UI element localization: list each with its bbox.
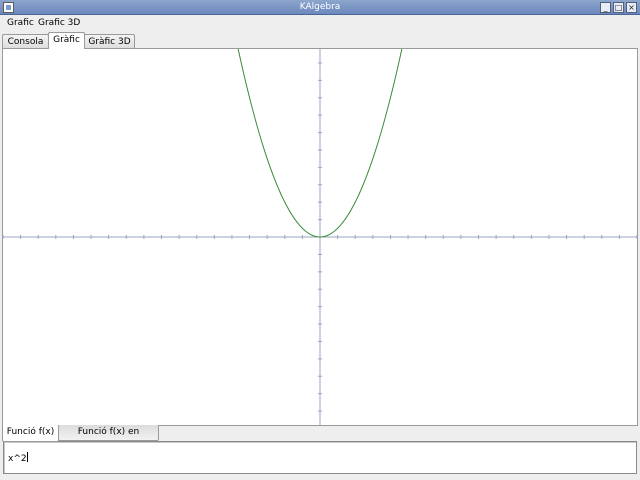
tab-grafic-3d[interactable]: Gràfic 3D [84, 34, 135, 49]
menu-grafic[interactable]: Grafic [5, 15, 36, 32]
minimize-button[interactable]: _ [600, 2, 611, 13]
function-tab-bar: Funció f(x) Funció f(x) en MathML [0, 425, 640, 452]
menu-bar: Grafic Grafic 3D [0, 15, 640, 32]
function-input[interactable]: x^2 [3, 441, 637, 474]
window-controls: _ □ × [600, 2, 637, 13]
tab-grafic[interactable]: Gràfic [48, 32, 85, 49]
main-tab-bar: Consola Gràfic Gràfic 3D [0, 32, 640, 49]
menu-grafic-3d[interactable]: Grafic 3D [36, 15, 82, 32]
close-button[interactable]: × [626, 2, 637, 13]
graph-panel[interactable] [2, 48, 638, 426]
function-input-text[interactable]: x^2 [8, 452, 28, 464]
function-input-value: x^2 [8, 454, 27, 464]
text-caret [26, 452, 28, 462]
function-plot[interactable] [3, 49, 637, 425]
title-bar[interactable]: KAlgebra _ □ × [0, 0, 640, 15]
maximize-button[interactable]: □ [613, 2, 624, 13]
tab-consola[interactable]: Consola [2, 34, 49, 49]
tab-funcio-fx[interactable]: Funció f(x) [2, 425, 59, 442]
window-title: KAlgebra [299, 2, 341, 12]
tab-funcio-fx-mathml[interactable]: Funció f(x) en MathML [58, 425, 159, 452]
